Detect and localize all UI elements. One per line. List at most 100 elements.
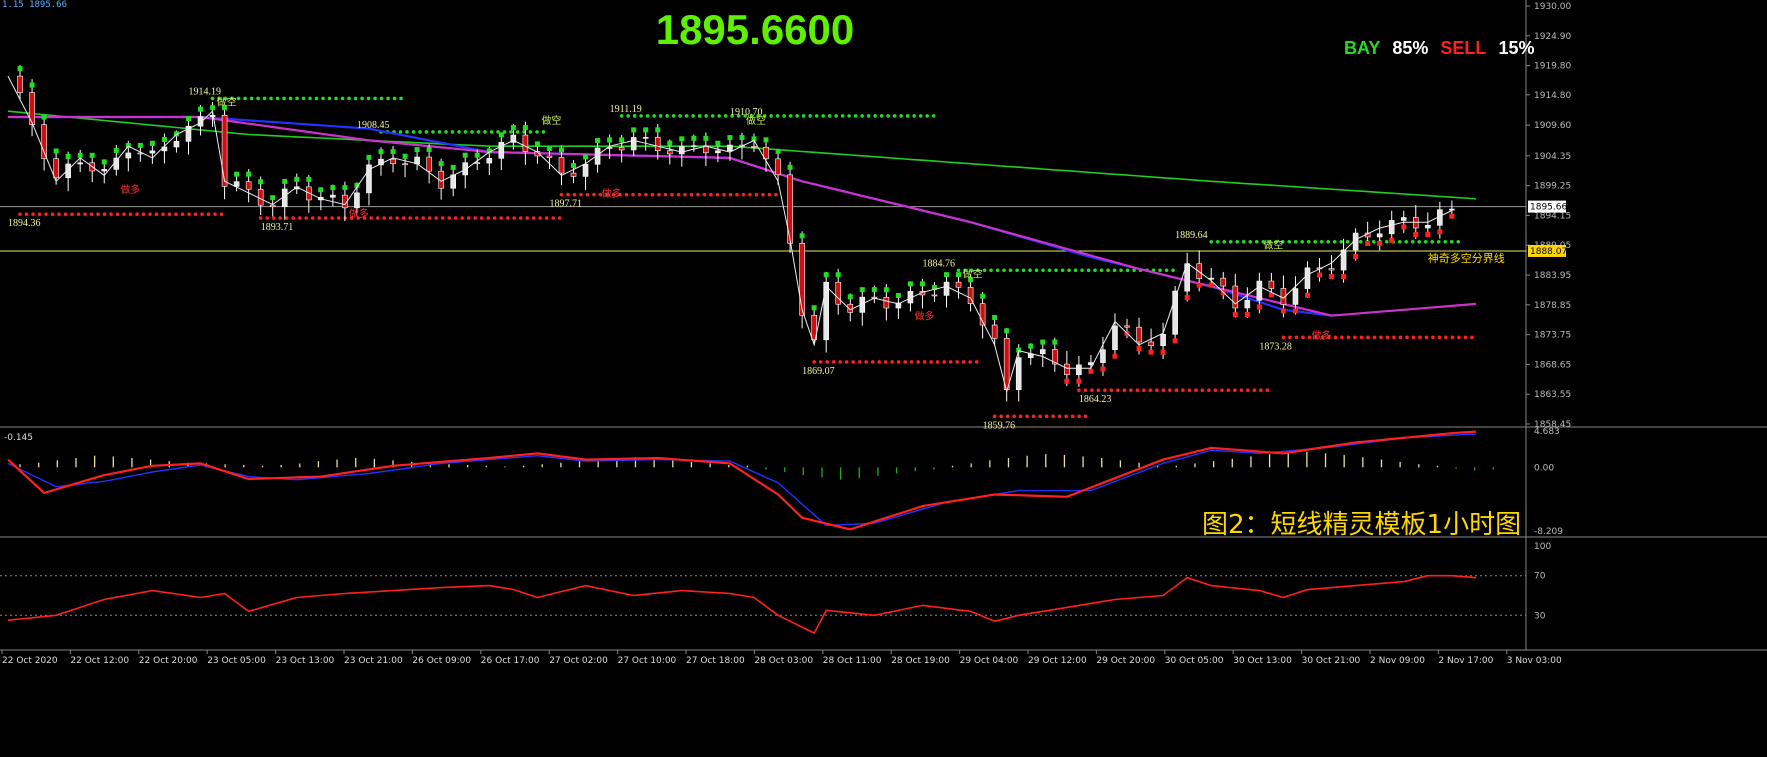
- trend-block: [414, 147, 420, 153]
- level-dot: [336, 216, 341, 220]
- level-dot: [1265, 388, 1270, 393]
- trend-block: [306, 176, 312, 182]
- trend-block: [210, 105, 216, 111]
- level-dot: [1129, 388, 1133, 393]
- level-dot: [968, 360, 972, 364]
- level-dot: [301, 96, 306, 101]
- trend-block: [1112, 353, 1118, 359]
- level-dot: [1456, 239, 1461, 244]
- level-dot: [297, 216, 302, 220]
- candle-body: [1112, 325, 1118, 350]
- level-dot: [1181, 388, 1185, 393]
- trend-block: [571, 163, 577, 169]
- level-dot: [585, 192, 590, 197]
- price-annotation: 1908.45: [357, 120, 390, 131]
- candle-body: [1412, 217, 1419, 229]
- level-dot: [873, 114, 877, 118]
- boundary-label: 神奇多空分界线: [1428, 251, 1505, 265]
- level-dot: [1161, 388, 1166, 393]
- signal-label: 做空: [217, 95, 237, 108]
- level-dot: [1288, 335, 1292, 340]
- level-dot: [840, 114, 845, 118]
- level-dot: [974, 360, 979, 364]
- level-dot: [1241, 239, 1246, 244]
- level-dot: [992, 414, 997, 419]
- x-tick-label: 30 Oct 21:00: [1302, 656, 1361, 666]
- trend-block: [1365, 240, 1371, 246]
- level-dot: [754, 192, 759, 197]
- x-tick-label: 27 Oct 02:00: [549, 656, 608, 666]
- level-dot: [723, 114, 728, 118]
- level-dot: [995, 268, 1000, 273]
- level-dot: [1392, 335, 1396, 340]
- level-dot: [1424, 335, 1429, 340]
- candle-body: [41, 124, 47, 159]
- level-dot: [860, 114, 864, 118]
- trend-block: [546, 145, 552, 151]
- level-dot: [671, 114, 676, 118]
- y-tick-label: 1894.15: [1534, 211, 1571, 221]
- level-dot: [1051, 414, 1055, 419]
- signal-label: 做多: [120, 183, 140, 196]
- level-dot: [1077, 388, 1081, 393]
- trend-block: [1064, 378, 1070, 384]
- trend-block: [498, 132, 504, 138]
- signal-label: 做多: [914, 310, 934, 323]
- x-tick-label: 28 Oct 03:00: [754, 656, 813, 666]
- y-tick-label: 1904.35: [1534, 152, 1571, 162]
- level-dot: [193, 212, 198, 217]
- trend-block: [161, 136, 167, 142]
- level-dot: [912, 114, 916, 118]
- level-dot: [96, 212, 100, 217]
- level-dot: [206, 212, 211, 217]
- level-dot: [678, 114, 682, 118]
- level-dot: [644, 192, 648, 197]
- trend-block: [1208, 282, 1214, 288]
- level-dot: [366, 96, 371, 101]
- level-dot: [899, 114, 903, 118]
- level-dot: [427, 216, 432, 220]
- level-dot: [999, 414, 1003, 419]
- level-dot: [314, 96, 319, 101]
- trend-block: [1292, 308, 1298, 314]
- level-dot: [1135, 388, 1140, 393]
- level-dot: [918, 114, 923, 118]
- level-dot: [44, 212, 48, 217]
- level-dot: [447, 216, 451, 220]
- level-dot: [531, 216, 536, 220]
- level-dot: [1300, 239, 1305, 244]
- candle-body: [245, 181, 252, 190]
- trend-block: [1088, 368, 1094, 374]
- level-dot: [1122, 388, 1127, 393]
- level-dot: [892, 114, 897, 118]
- level-dot: [24, 212, 29, 217]
- level-dot: [1405, 335, 1409, 340]
- level-dot: [1463, 335, 1468, 340]
- candle-body: [1256, 280, 1263, 301]
- level-dot: [1259, 388, 1263, 393]
- level-dot: [812, 360, 816, 364]
- level-dot: [408, 216, 412, 220]
- trend-block: [715, 140, 721, 146]
- trend-block: [1244, 311, 1250, 317]
- candle-body: [426, 156, 432, 172]
- level-dot: [1449, 239, 1454, 244]
- level-dot: [903, 360, 907, 364]
- trend-block: [89, 152, 95, 158]
- trend-block: [643, 127, 649, 133]
- x-tick-label: 2 Nov 17:00: [1438, 656, 1493, 666]
- trend-block: [1184, 295, 1190, 301]
- trend-block: [1304, 292, 1310, 298]
- sell-value: 15%: [1498, 38, 1535, 58]
- candle-body: [1449, 208, 1455, 211]
- trend-block: [77, 152, 83, 158]
- level-dot: [1005, 414, 1010, 419]
- candle-body: [281, 188, 288, 207]
- trend-block: [583, 154, 589, 160]
- trend-block: [462, 152, 468, 158]
- trend-block: [944, 272, 950, 278]
- x-tick-label: 30 Oct 05:00: [1165, 656, 1224, 666]
- level-dot: [1404, 239, 1409, 244]
- level-dot: [50, 212, 55, 217]
- price-annotation: 1869.07: [802, 366, 835, 377]
